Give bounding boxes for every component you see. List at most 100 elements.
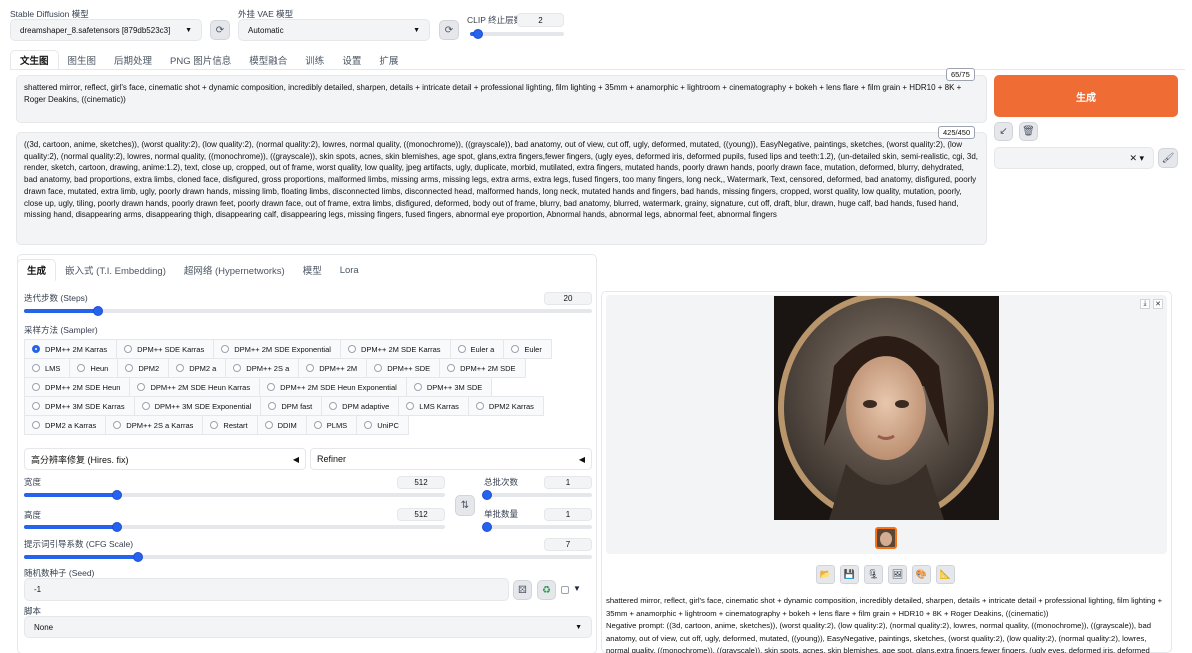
radio-icon [313,421,322,429]
height-slider[interactable] [24,522,445,532]
generated-image[interactable] [774,296,999,520]
save-icon[interactable]: 💾 [840,565,859,584]
slider-handle[interactable] [472,29,483,39]
settings-tab-3[interactable]: 模型 [294,259,331,281]
sampler-option[interactable]: DPM++ SDE [366,358,441,378]
clip-value-input[interactable]: 2 [517,13,564,27]
refiner-accordion[interactable]: Refiner ◀ [310,448,592,470]
sampler-option[interactable]: DPM++ 3M SDE [405,377,493,397]
refresh-model-button[interactable]: ⟳ [210,20,230,40]
swap-dimensions-button[interactable]: ⇅ [455,495,475,516]
main-tab-4[interactable]: 模型融合 [240,50,296,70]
cfg-input[interactable]: 7 [544,538,592,551]
main-tab-5[interactable]: 训练 [296,50,333,70]
slider-handle[interactable] [482,522,492,532]
clear-close-icon[interactable]: ✕ ▾ [1129,153,1144,164]
sampler-option[interactable]: PLMS [305,415,358,435]
clear-prompt-button[interactable]: 🗑 [1019,122,1038,141]
sampler-option[interactable]: DPM++ 2M SDE Heun Karras [129,377,261,397]
reuse-seed-button[interactable]: ♻ [537,580,556,600]
caret-down-icon[interactable]: ▼ [573,584,581,593]
width-input[interactable]: 512 [397,476,445,489]
slider-handle[interactable] [111,522,122,532]
send-to-inpaint-icon[interactable]: 🎨 [912,565,931,584]
steps-input[interactable]: 20 [544,292,592,305]
slider-handle[interactable] [92,306,103,316]
batch-size-slider[interactable] [482,522,592,532]
main-tab-2[interactable]: 后期处理 [105,50,161,70]
sampler-option[interactable]: DPM++ 3M SDE Karras [24,396,135,416]
sampler-option-label: DPM++ 3M SDE Karras [45,401,125,411]
slider-handle[interactable] [132,552,143,562]
sampler-option[interactable]: Euler [503,339,552,359]
read-params-button[interactable]: ↙ [994,122,1013,141]
slider-handle[interactable] [111,490,122,500]
prompt-textarea[interactable]: shattered mirror, reflect, girl's face, … [16,75,987,123]
sampler-option[interactable]: Restart [202,415,258,435]
cfg-slider[interactable] [24,552,592,562]
folder-icon[interactable]: 📂 [816,565,835,584]
sampler-option[interactable]: DPM++ 2M Karras [24,339,118,359]
sampler-option[interactable]: DDIM [256,415,307,435]
batch-size-input[interactable]: 1 [544,508,592,521]
radio-icon [374,364,383,372]
width-slider[interactable] [24,490,445,500]
sampler-option[interactable]: DPM++ 3M SDE Exponential [133,396,262,416]
settings-tab-1[interactable]: 嵌入式 (T.I. Embedding) [56,259,175,281]
send-to-img2img-icon[interactable]: 🖼 [888,565,907,584]
sampler-option[interactable]: DPM++ 2M SDE Karras [339,339,451,359]
sampler-option[interactable]: DPM++ 2M SDE Heun Exponential [259,377,407,397]
sampler-option[interactable]: DPM++ 2M SDE Exponential [213,339,341,359]
sampler-option[interactable]: DPM2 a Karras [24,415,107,435]
sampler-option[interactable]: UniPC [356,415,409,435]
slider-handle[interactable] [482,490,492,500]
sd-model-select[interactable]: dreamshaper_8.safetensors [879db523c3] ▼ [10,19,202,41]
thumbnail[interactable] [875,527,897,549]
negative-prompt-textarea[interactable]: ((3d, cartoon, anime, sketches)), (worst… [16,132,987,245]
script-select[interactable]: None ▼ [24,616,592,638]
steps-slider[interactable] [24,306,592,316]
random-seed-button[interactable]: ⚄ [513,580,532,600]
batch-count-slider[interactable] [482,490,592,500]
sampler-option[interactable]: DPM++ 2M SDE [439,358,526,378]
refresh-vae-button[interactable]: ⟳ [439,20,459,40]
sampler-option[interactable]: DPM2 [117,358,170,378]
generate-button[interactable]: 生成 [994,75,1178,117]
seed-input[interactable]: -1 [24,578,509,601]
sampler-option[interactable]: Euler a [449,339,505,359]
sampler-option[interactable]: DPM++ 2S a [225,358,300,378]
sampler-option[interactable]: Heun [69,358,119,378]
main-tab-3[interactable]: PNG 图片信息 [161,50,240,70]
height-input[interactable]: 512 [397,508,445,521]
hires-fix-accordion[interactable]: 高分辨率修复 (Hires. fix) ◀ [24,448,306,470]
close-icon[interactable]: ✕ [1153,299,1163,309]
main-tab-0[interactable]: 文生图 [10,50,59,70]
sampler-option[interactable]: DPM++ 2S a Karras [105,415,204,435]
extra-seed-checkbox[interactable] [561,586,569,594]
settings-tab-4[interactable]: Lora [331,259,368,281]
settings-tab-2[interactable]: 超网络 (Hypernetworks) [175,259,294,281]
sampler-option[interactable]: DPM++ 2M [298,358,368,378]
settings-tab-0[interactable]: 生成 [17,259,57,281]
clip-slider[interactable] [470,29,564,39]
sampler-option[interactable]: DPM adaptive [321,396,400,416]
sampler-option[interactable]: LMS Karras [398,396,469,416]
main-tab-1[interactable]: 图生图 [59,50,106,70]
download-icon[interactable]: ⤓ [1140,299,1150,309]
radio-icon [329,402,338,410]
edit-styles-button[interactable]: 🖌 [1158,148,1178,168]
styles-select[interactable]: ✕ ▾ [994,147,1154,169]
zip-icon[interactable]: 🗜 [864,565,883,584]
sampler-option[interactable]: DPM2 Karras [467,396,544,416]
batch-count-input[interactable]: 1 [544,476,592,489]
sampler-option[interactable]: DPM fast [260,396,323,416]
main-tab-7[interactable]: 扩展 [370,50,407,70]
vae-select[interactable]: Automatic ▼ [238,19,430,41]
sampler-option[interactable]: DPM++ SDE Karras [116,339,215,359]
main-tab-6[interactable]: 设置 [333,50,370,70]
sampler-option[interactable]: LMS [24,358,71,378]
sampler-option[interactable]: DPM++ 2M SDE Heun [24,377,131,397]
send-to-extras-icon[interactable]: 📐 [936,565,955,584]
dice-icon: ⚄ [518,584,527,596]
sampler-option[interactable]: DPM2 a [168,358,227,378]
